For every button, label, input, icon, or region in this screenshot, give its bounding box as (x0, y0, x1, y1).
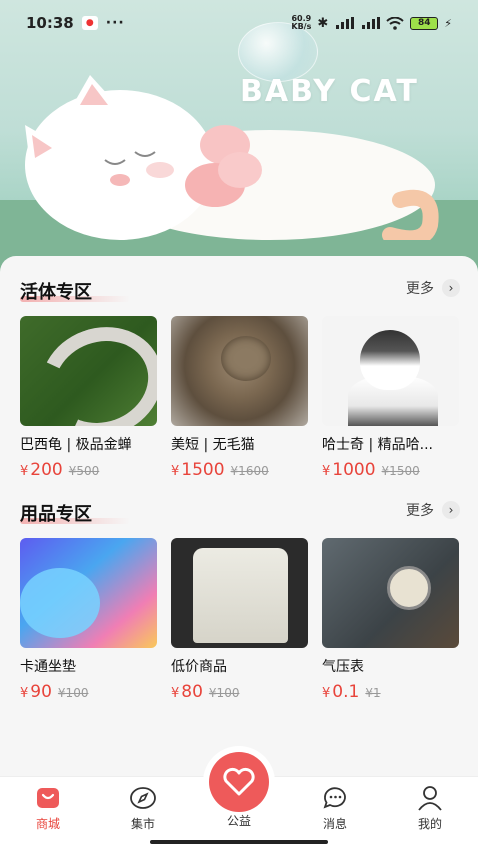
chevron-right-icon: › (442, 501, 460, 519)
heart-icon (223, 767, 255, 796)
signal-4g-icon-1 (336, 17, 355, 29)
nav-item-market[interactable]: 集市 (113, 785, 173, 832)
product-card[interactable]: 低价商品 ¥80 ¥100 (171, 538, 308, 702)
product-name: 哈士奇 | 精品哈... (322, 437, 433, 453)
original-price: ¥1500 (381, 464, 420, 478)
wifi-icon (386, 16, 404, 30)
section-title: 用品专区 (20, 504, 92, 525)
charity-button[interactable] (209, 752, 269, 812)
original-price: ¥1600 (230, 464, 269, 478)
nav-label: 商城 (35, 817, 60, 831)
product-card[interactable]: 巴西龟 | 极品金蝉 ¥200 ¥500 (20, 316, 157, 480)
nav-label: 消息 (322, 817, 347, 831)
hero-brand-text: BABY CAT (240, 74, 419, 109)
original-price: ¥100 (208, 686, 240, 700)
status-right: 60.9 KB/s ✱ 84 ⚡ (291, 15, 452, 31)
product-list: 巴西龟 | 极品金蝉 ¥200 ¥500 美短 | 无毛猫 ¥1500 ¥160… (20, 316, 459, 480)
chevron-right-icon: › (442, 279, 460, 297)
battery-icon: 84 (410, 16, 439, 30)
product-name: 巴西龟 | 极品金蝉 (20, 437, 132, 453)
more-notifications-icon: ··· (105, 15, 125, 31)
section-header: 用品专区 更多 › (0, 478, 478, 525)
product-card[interactable]: 哈士奇 | 精品哈... ¥1000 ¥1500 (322, 316, 459, 480)
product-name: 美短 | 无毛猫 (171, 437, 255, 453)
more-button[interactable]: 更多 › (406, 500, 460, 520)
product-image (322, 538, 459, 648)
product-prices: ¥1500 ¥1600 (171, 460, 308, 480)
original-price: ¥1 (365, 686, 381, 700)
more-button[interactable]: 更多 › (406, 278, 460, 298)
charging-icon: ⚡ (444, 16, 452, 30)
product-image (171, 538, 308, 648)
product-card[interactable]: 美短 | 无毛猫 ¥1500 ¥1600 (171, 316, 308, 480)
status-bar: 10:38 ● ··· 60.9 KB/s ✱ 84 ⚡ (0, 0, 478, 46)
more-label: 更多 (406, 281, 434, 297)
product-prices: ¥0.1 ¥1 (322, 682, 459, 702)
nav-item-profile[interactable]: 我的 (400, 785, 460, 832)
nav-label: 集市 (130, 817, 155, 831)
signal-4g-icon-2 (362, 17, 381, 29)
person-icon (418, 786, 442, 811)
product-price: ¥80 (171, 682, 203, 702)
product-prices: ¥80 ¥100 (171, 682, 308, 702)
product-price: ¥90 (20, 682, 52, 702)
product-name: 低价商品 (171, 659, 227, 675)
shop-bag-icon (37, 788, 59, 808)
network-speed: 60.9 KB/s (291, 14, 312, 31)
product-price: ¥0.1 (322, 682, 360, 702)
product-image (171, 316, 308, 426)
original-price: ¥100 (57, 686, 89, 700)
more-label: 更多 (406, 503, 434, 519)
content-sheet: 活体专区 更多 › 巴西龟 | 极品金蝉 ¥200 ¥500 美短 | 无毛猫 … (0, 256, 478, 776)
product-card[interactable]: 卡通坐垫 ¥90 ¥100 (20, 538, 157, 702)
compass-icon (130, 787, 156, 809)
nav-item-messages[interactable]: 消息 (305, 785, 365, 832)
product-name: 卡通坐垫 (20, 659, 76, 675)
home-indicator[interactable] (150, 840, 328, 844)
product-image (322, 316, 459, 426)
nav-label-charity: 公益 (226, 814, 251, 828)
product-prices: ¥90 ¥100 (20, 682, 157, 702)
section-title: 活体专区 (20, 282, 92, 303)
section-live-animals: 活体专区 更多 › 巴西龟 | 极品金蝉 ¥200 ¥500 美短 | 无毛猫 … (0, 256, 478, 480)
product-prices: ¥1000 ¥1500 (322, 460, 459, 480)
product-image (20, 538, 157, 648)
nav-label: 我的 (417, 817, 442, 831)
nav-item-shop[interactable]: 商城 (18, 785, 78, 832)
product-name: 气压表 (322, 659, 364, 675)
section-supplies: 用品专区 更多 › 卡通坐垫 ¥90 ¥100 低价商品 ¥ 80 ¥100 气… (0, 478, 478, 702)
product-price: ¥1500 (171, 460, 225, 480)
product-card[interactable]: 气压表 ¥0.1 ¥1 (322, 538, 459, 702)
product-list: 卡通坐垫 ¥90 ¥100 低价商品 ¥80 ¥100 气压表 ¥ 0.1 ¥1 (20, 538, 459, 702)
product-prices: ¥200 ¥500 (20, 460, 157, 480)
notification-icon: ● (81, 16, 98, 30)
chat-bubble-icon (323, 787, 346, 809)
app-screen: BABY CAT 10:38 ● ··· 60.9 KB/s ✱ 84 ⚡ 活体… (0, 0, 478, 850)
original-price: ¥500 (68, 464, 100, 478)
product-price: ¥1000 (322, 460, 376, 480)
product-image (20, 316, 157, 426)
section-header: 活体专区 更多 › (0, 256, 478, 303)
product-price: ¥200 (20, 460, 63, 480)
bluetooth-icon: ✱ (317, 15, 329, 31)
status-time: 10:38 (26, 14, 74, 32)
